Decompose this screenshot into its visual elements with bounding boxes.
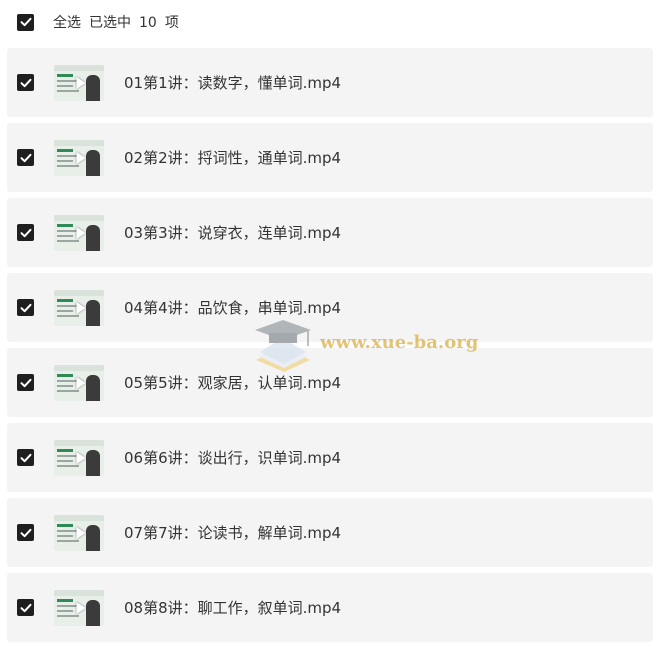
- video-thumbnail[interactable]: [54, 514, 104, 551]
- file-name[interactable]: 02第2讲：捋词性，通单词.mp4: [124, 147, 341, 168]
- checkmark-icon: [20, 228, 31, 237]
- play-icon: [76, 376, 86, 389]
- row-checkbox[interactable]: [17, 74, 34, 91]
- play-icon: [76, 601, 86, 614]
- file-name[interactable]: 03第3讲：说穿衣，连单词.mp4: [124, 222, 341, 243]
- play-icon: [76, 526, 86, 539]
- file-row[interactable]: 03第3讲：说穿衣，连单词.mp4: [7, 198, 653, 267]
- file-name[interactable]: 01第1讲：读数字，懂单词.mp4: [124, 72, 341, 93]
- play-icon: [76, 301, 86, 314]
- watermark: www.xue-ba.org: [252, 316, 478, 376]
- play-icon: [76, 451, 86, 464]
- file-row[interactable]: 02第2讲：捋词性，通单词.mp4: [7, 123, 653, 192]
- file-name[interactable]: 08第8讲：聊工作，叙单词.mp4: [124, 597, 341, 618]
- selected-unit: 项: [164, 15, 179, 31]
- row-checkbox[interactable]: [17, 224, 34, 241]
- row-checkbox[interactable]: [17, 599, 34, 616]
- video-thumbnail[interactable]: [54, 214, 104, 251]
- file-row[interactable]: 07第7讲：论读书，解单词.mp4: [7, 498, 653, 567]
- video-thumbnail[interactable]: [54, 589, 104, 626]
- video-thumbnail[interactable]: [54, 439, 104, 476]
- play-icon: [76, 76, 86, 89]
- checkmark-icon: [20, 378, 31, 387]
- play-icon: [76, 226, 86, 239]
- row-checkbox[interactable]: [17, 449, 34, 466]
- file-name[interactable]: 06第6讲：谈出行，识单词.mp4: [124, 447, 341, 468]
- file-row[interactable]: 06第6讲：谈出行，识单词.mp4: [7, 423, 653, 492]
- selection-summary: 全选 已选中 10 项: [53, 12, 187, 32]
- row-checkbox[interactable]: [17, 374, 34, 391]
- row-checkbox[interactable]: [17, 149, 34, 166]
- file-row[interactable]: 08第8讲：聊工作，叙单词.mp4: [7, 573, 653, 642]
- select-all-checkbox[interactable]: [17, 13, 34, 31]
- file-row[interactable]: 01第1讲：读数字，懂单词.mp4: [7, 48, 653, 117]
- checkmark-icon: [20, 528, 31, 537]
- play-icon: [76, 151, 86, 164]
- select-all-control[interactable]: 全选 已选中 10 项: [17, 12, 187, 32]
- selected-count: 10: [139, 15, 157, 31]
- file-name[interactable]: 04第4讲：品饮食，串单词.mp4: [124, 297, 341, 318]
- row-checkbox[interactable]: [17, 299, 34, 316]
- checkmark-icon: [20, 17, 31, 27]
- checkmark-icon: [20, 78, 31, 87]
- watermark-text: www.xue-ba.org: [320, 332, 479, 353]
- video-thumbnail[interactable]: [54, 64, 104, 101]
- video-thumbnail[interactable]: [54, 289, 104, 326]
- row-checkbox[interactable]: [17, 524, 34, 541]
- video-thumbnail[interactable]: [54, 139, 104, 176]
- selected-prefix: 已选中: [89, 15, 131, 31]
- checkmark-icon: [20, 453, 31, 462]
- checkmark-icon: [20, 303, 31, 312]
- select-all-label: 全选: [53, 15, 81, 31]
- file-name[interactable]: 07第7讲：论读书，解单词.mp4: [124, 522, 341, 543]
- checkmark-icon: [20, 603, 31, 612]
- graduation-cap-icon: [255, 320, 311, 372]
- checkmark-icon: [20, 153, 31, 162]
- video-thumbnail[interactable]: [54, 364, 104, 401]
